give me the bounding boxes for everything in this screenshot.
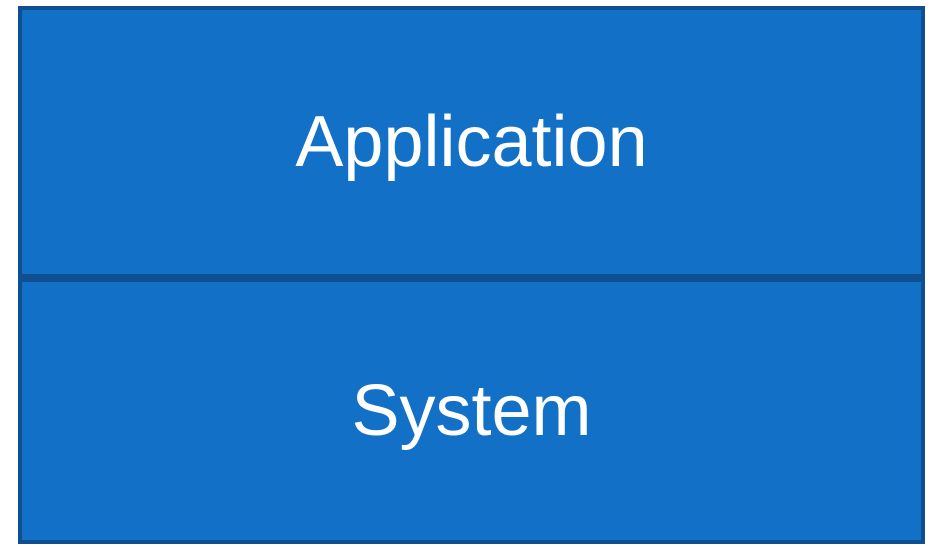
- application-layer: Application: [18, 6, 925, 278]
- application-layer-label: Application: [295, 102, 648, 182]
- layer-stack-diagram: Application System: [18, 6, 925, 544]
- system-layer-label: System: [351, 371, 592, 451]
- system-layer: System: [18, 278, 925, 544]
